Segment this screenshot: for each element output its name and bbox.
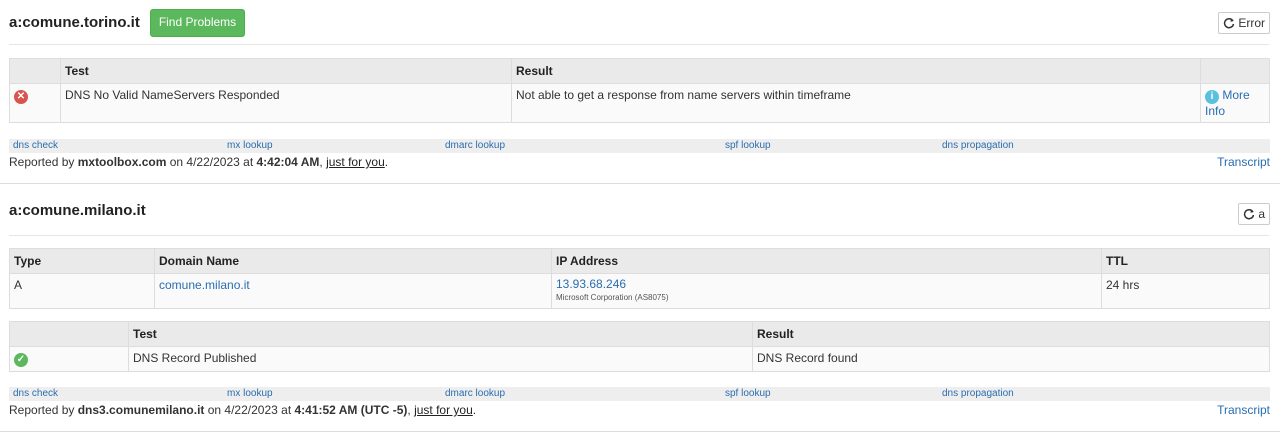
more-info-cell: i More Info xyxy=(1200,83,1270,123)
reported-on: on 4/22/2023 at xyxy=(204,403,295,417)
check-icon: ✓ xyxy=(14,353,28,367)
report-time: 4:42:04 AM xyxy=(256,155,320,169)
reported-by-line: Reported by mxtoolbox.com on 4/22/2023 a… xyxy=(9,155,1270,169)
domain-column-header: Domain Name xyxy=(154,248,552,274)
status-column-header xyxy=(9,58,61,84)
refresh-icon xyxy=(1224,17,1235,29)
tool-links-bar: dns check mx lookup dmarc lookup spf loo… xyxy=(9,139,1270,153)
section-divider xyxy=(0,431,1280,432)
divider xyxy=(9,44,1269,45)
table-header-row: Test Result xyxy=(9,321,1270,347)
result-column-header: Result xyxy=(752,321,1270,347)
domain-cell: comune.milano.it xyxy=(154,273,552,309)
type-cell: A xyxy=(9,273,155,309)
dns-record-table: Type Domain Name IP Address TTL A comune… xyxy=(9,248,1270,309)
ttl-column-header: TTL xyxy=(1101,248,1270,274)
test-column-header: Test xyxy=(60,58,512,84)
status-column-header xyxy=(9,321,129,347)
domain-link[interactable]: comune.milano.it xyxy=(159,278,250,292)
reported-prefix: Reported by xyxy=(9,403,78,417)
section-title: a:comune.torino.it xyxy=(9,14,140,31)
table-header-row: Test Result xyxy=(9,58,1270,84)
dns-check-link[interactable]: dns check xyxy=(13,388,58,399)
status-cell: ✓ xyxy=(9,346,129,372)
result-cell: DNS Record found xyxy=(752,346,1270,372)
spf-lookup-link[interactable]: spf lookup xyxy=(725,140,771,151)
table-row: A comune.milano.it 13.93.68.246 Microsof… xyxy=(9,273,1270,309)
test-column-header: Test xyxy=(128,321,753,347)
status-label: a xyxy=(1258,207,1265,221)
mx-lookup-link[interactable]: mx lookup xyxy=(227,388,273,399)
table-row: ✓ DNS Record Published DNS Record found xyxy=(9,346,1270,372)
result-section-milano: a:comune.milano.it a Type Domain Name IP… xyxy=(0,184,1280,437)
find-problems-button[interactable]: Find Problems xyxy=(150,9,245,37)
period: . xyxy=(384,155,389,169)
period: . xyxy=(472,403,477,417)
status-cell: ✕ xyxy=(9,83,61,123)
result-column-header: Result xyxy=(511,58,1201,84)
table-row: ✕ DNS No Valid NameServers Responded Not… xyxy=(9,83,1270,123)
reported-on: on 4/22/2023 at xyxy=(166,155,257,169)
result-section-torino: a:comune.torino.it Find Problems Error T… xyxy=(0,0,1280,183)
dns-propagation-link[interactable]: dns propagation xyxy=(942,388,1014,399)
reported-prefix: Reported by xyxy=(9,155,78,169)
table-header-row: Type Domain Name IP Address TTL xyxy=(9,248,1270,274)
transcript-link[interactable]: Transcript xyxy=(1217,403,1270,417)
dns-check-link[interactable]: dns check xyxy=(13,140,58,151)
info-icon[interactable]: i xyxy=(1205,90,1219,104)
section-title: a:comune.milano.it xyxy=(9,202,146,219)
spf-lookup-link[interactable]: spf lookup xyxy=(725,388,771,399)
ip-column-header: IP Address xyxy=(551,248,1102,274)
just-for-you-link[interactable]: just for you xyxy=(414,403,473,417)
ip-address-link[interactable]: 13.93.68.246 xyxy=(556,277,626,291)
test-results-table: Test Result ✓ DNS Record Published DNS R… xyxy=(9,321,1270,372)
transcript-link[interactable]: Transcript xyxy=(1217,155,1270,169)
status-label: Error xyxy=(1238,16,1265,30)
error-icon: ✕ xyxy=(14,90,28,104)
test-cell: DNS Record Published xyxy=(128,346,753,372)
result-cell: Not able to get a response from name ser… xyxy=(511,83,1201,123)
dmarc-lookup-link[interactable]: dmarc lookup xyxy=(445,140,505,151)
ip-owner: Microsoft Corporation (AS8075) xyxy=(556,293,669,302)
tool-links-bar: dns check mx lookup dmarc lookup spf loo… xyxy=(9,387,1270,401)
type-column-header: Type xyxy=(9,248,155,274)
refresh-icon xyxy=(1244,208,1255,220)
ttl-cell: 24 hrs xyxy=(1101,273,1270,309)
ip-cell: 13.93.68.246 Microsoft Corporation (AS80… xyxy=(551,273,1102,309)
refresh-error-button[interactable]: Error xyxy=(1218,12,1270,34)
dmarc-lookup-link[interactable]: dmarc lookup xyxy=(445,388,505,399)
server-name: mxtoolbox.com xyxy=(77,155,167,169)
refresh-button[interactable]: a xyxy=(1238,203,1270,225)
info-column-header xyxy=(1200,58,1270,84)
mx-lookup-link[interactable]: mx lookup xyxy=(227,140,273,151)
reported-by-line: Reported by dns3.comunemilano.it on 4/22… xyxy=(9,403,1270,417)
test-cell: DNS No Valid NameServers Responded xyxy=(60,83,512,123)
report-time: 4:41:52 AM (UTC -5) xyxy=(294,403,408,417)
test-results-table: Test Result ✕ DNS No Valid NameServers R… xyxy=(9,58,1270,123)
just-for-you-link[interactable]: just for you xyxy=(326,155,385,169)
dns-propagation-link[interactable]: dns propagation xyxy=(942,140,1014,151)
divider xyxy=(9,235,1269,236)
server-name: dns3.comunemilano.it xyxy=(77,403,205,417)
